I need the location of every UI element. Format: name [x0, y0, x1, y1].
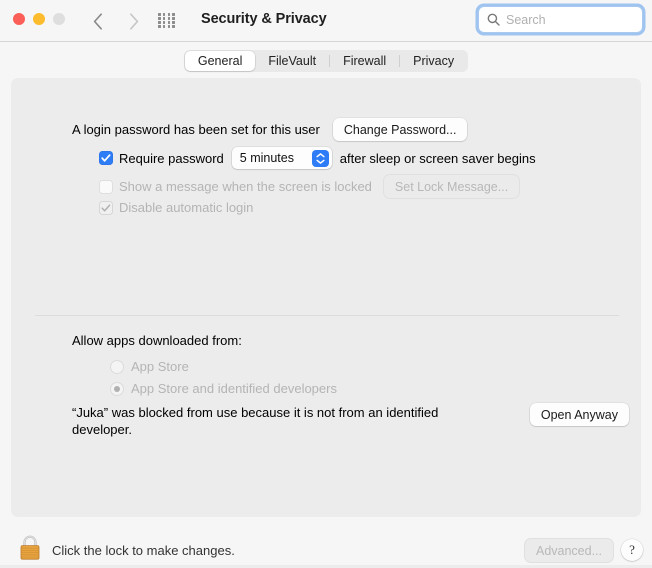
zoom-window-button — [53, 13, 65, 25]
back-chevron-icon[interactable] — [88, 10, 108, 32]
show-lock-message-checkbox — [99, 180, 113, 194]
tab-general[interactable]: General — [185, 51, 255, 71]
help-button[interactable]: ? — [621, 539, 643, 561]
advanced-button: Advanced... — [525, 539, 613, 562]
gatekeeper-option-app-store: App Store — [110, 359, 189, 374]
gatekeeper-heading-row: Allow apps downloaded from: — [72, 333, 242, 348]
tab-privacy[interactable]: Privacy — [400, 51, 467, 71]
search-icon — [487, 13, 500, 26]
padlock-closed-icon — [16, 533, 44, 563]
window-controls — [13, 13, 65, 25]
require-password-label: Require password — [119, 151, 224, 166]
tab-filevault[interactable]: FileVault — [255, 51, 329, 71]
search-field[interactable] — [478, 6, 643, 33]
gatekeeper-option-identified-developers: App Store and identified developers — [110, 381, 337, 396]
security-privacy-window: Security & Privacy General FileVault Fir… — [0, 0, 652, 565]
lock-button[interactable] — [16, 533, 44, 563]
require-password-checkbox[interactable] — [99, 151, 113, 165]
show-lock-message-row: Show a message when the screen is locked… — [99, 175, 519, 198]
tab-bar: General FileVault Firewall Privacy — [0, 43, 652, 78]
app-store-radio-label: App Store — [131, 359, 189, 374]
segmented-tabs: General FileVault Firewall Privacy — [184, 50, 468, 72]
disable-auto-login-label: Disable automatic login — [119, 200, 253, 215]
app-store-radio — [110, 360, 124, 374]
require-password-delay-select[interactable]: 5 minutes — [232, 147, 332, 169]
section-divider — [35, 315, 619, 316]
page-title: Security & Privacy — [201, 11, 327, 27]
disable-auto-login-row: Disable automatic login — [99, 200, 253, 215]
gatekeeper-heading: Allow apps downloaded from: — [72, 333, 242, 348]
forward-chevron-icon — [124, 10, 144, 32]
lock-hint-text: Click the lock to make changes. — [52, 543, 235, 558]
stepper-arrows-icon[interactable] — [312, 150, 329, 167]
require-password-row: Require password 5 minutes after sleep o… — [99, 147, 536, 169]
change-password-button[interactable]: Change Password... — [333, 118, 468, 141]
identified-developers-radio-label: App Store and identified developers — [131, 381, 337, 396]
show-all-grid-icon[interactable] — [158, 13, 176, 28]
close-window-button[interactable] — [13, 13, 25, 25]
require-password-delay-value: 5 minutes — [240, 151, 304, 165]
open-anyway-button[interactable]: Open Anyway — [530, 403, 629, 426]
require-password-suffix-label: after sleep or screen saver begins — [340, 151, 536, 166]
login-password-row: A login password has been set for this u… — [72, 118, 467, 141]
search-box[interactable] — [478, 6, 643, 33]
tab-firewall[interactable]: Firewall — [330, 51, 399, 71]
navigation-buttons — [88, 10, 144, 32]
titlebar: Security & Privacy — [0, 0, 652, 42]
blocked-app-message: “Juka” was blocked from use because it i… — [72, 404, 442, 438]
identified-developers-radio — [110, 382, 124, 396]
minimize-window-button[interactable] — [33, 13, 45, 25]
general-pane: A login password has been set for this u… — [11, 78, 641, 517]
disable-auto-login-checkbox — [99, 201, 113, 215]
show-lock-message-label: Show a message when the screen is locked — [119, 179, 372, 194]
login-password-label: A login password has been set for this u… — [72, 122, 320, 137]
search-input[interactable] — [506, 13, 636, 27]
set-lock-message-button: Set Lock Message... — [384, 175, 519, 198]
